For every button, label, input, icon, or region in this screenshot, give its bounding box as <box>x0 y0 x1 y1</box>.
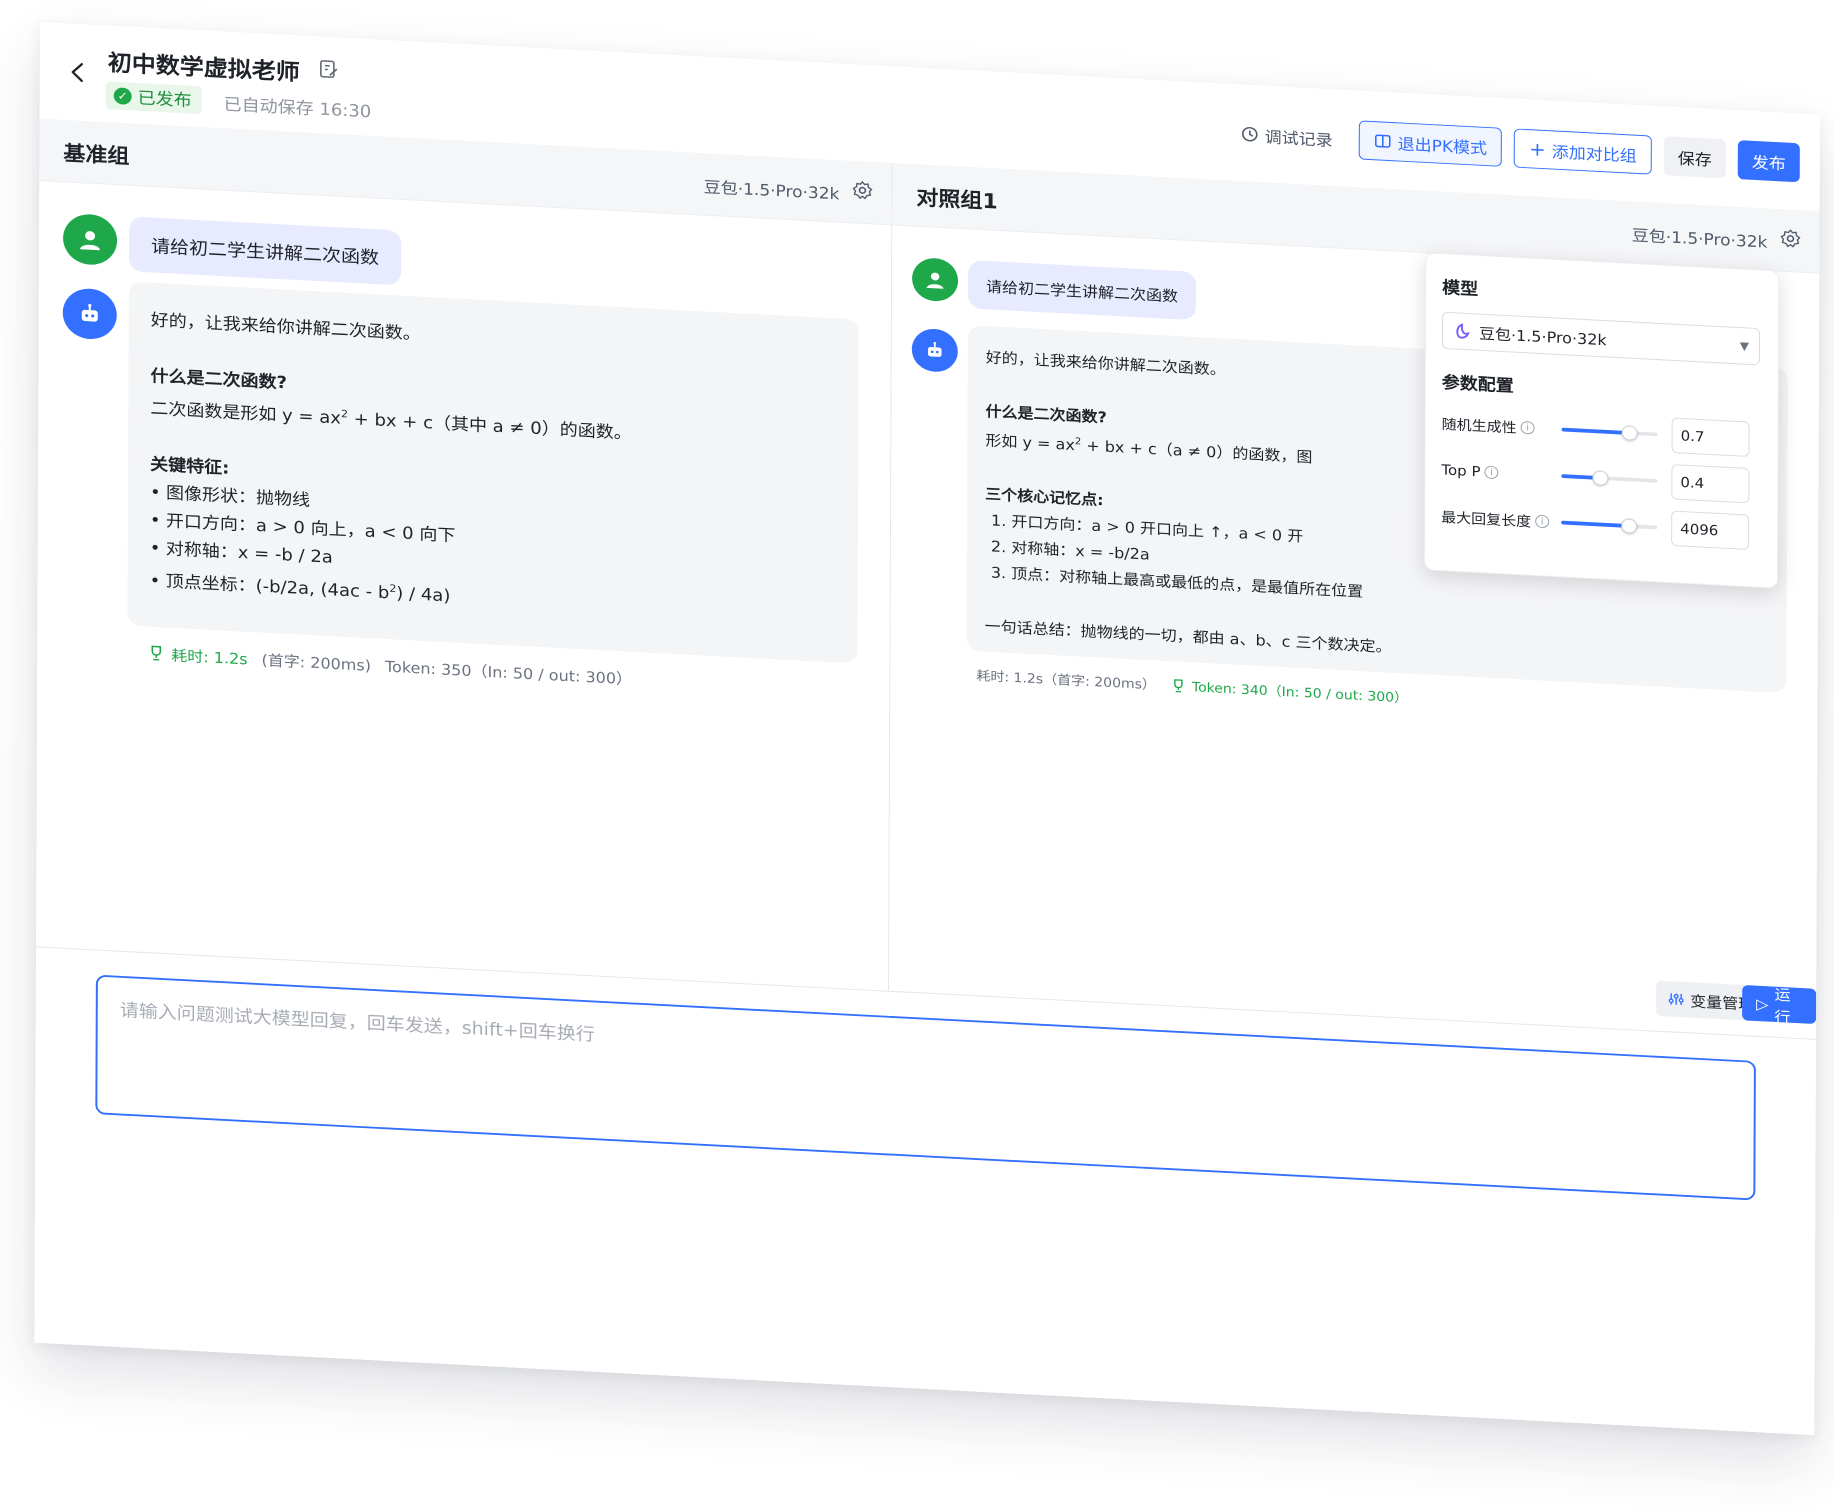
gear-icon[interactable] <box>851 180 873 202</box>
chevron-down-icon: ▼ <box>1739 339 1750 353</box>
exit-pk-label: 退出PK模式 <box>1397 134 1488 159</box>
slider-thumb[interactable] <box>1621 425 1638 441</box>
base-group-pane: 基准组 豆包·1.5·Pro·32k 请给初二学生讲解二次函数 好的，让我来给你… <box>36 118 893 991</box>
user-avatar <box>912 257 959 303</box>
check-circle-icon: ✓ <box>113 87 132 105</box>
param-row-max-length: 最大回复长度 i 4096 <box>1441 498 1759 552</box>
base-group-title: 基准组 <box>63 142 130 169</box>
add-group-label: 添加对比组 <box>1551 142 1637 166</box>
bot-message: 好的，让我来给你讲解二次函数。 什么是二次函数? 二次函数是形如 y = ax2… <box>127 281 859 664</box>
split-view-icon <box>1374 134 1391 148</box>
user-avatar <box>62 212 118 266</box>
trophy-icon <box>151 645 162 661</box>
latency-text: 耗时: 1.2s（首字: 200ms） <box>976 668 1156 694</box>
base-response-meta: 耗时: 1.2s (首字: 200ms) Token: 350（In: 50 /… <box>147 642 632 690</box>
back-icon[interactable] <box>64 59 92 86</box>
params-label: 参数配置 <box>1441 373 1514 397</box>
param-name: 随机生成性 <box>1441 415 1517 436</box>
autosave-text: 已自动保存 16:30 <box>223 94 372 123</box>
info-icon[interactable]: i <box>1484 465 1499 480</box>
base-group-model: 豆包·1.5·Pro·32k <box>703 178 840 205</box>
prompt-placeholder: 请输入问题测试大模型回复，回车发送，shift+回车换行 <box>119 1000 595 1046</box>
bot-avatar <box>911 327 958 373</box>
app-window: 初中数学虚拟老师 ✓ 已发布 已自动保存 16:30 调试记录 退出PK模式 +… <box>34 22 1821 1436</box>
user-message: 请给初二学生讲解二次函数 <box>128 216 402 286</box>
temperature-input[interactable]: 0.7 <box>1671 417 1750 457</box>
first-token-text: (首字: 200ms) <box>261 651 372 675</box>
token-usage-text: Token: 350（In: 50 / out: 300） <box>384 657 633 689</box>
compare-group-model: 豆包·1.5·Pro·32k <box>1631 226 1768 253</box>
robot-icon <box>81 304 98 322</box>
publish-button[interactable]: 发布 <box>1737 140 1800 183</box>
info-icon[interactable]: i <box>1520 420 1535 435</box>
max-length-slider[interactable] <box>1561 518 1658 534</box>
doubao-logo-icon <box>1456 323 1470 339</box>
temperature-slider[interactable] <box>1561 425 1658 441</box>
robot-icon <box>928 342 942 357</box>
history-icon <box>1241 126 1258 142</box>
app-title: 初中数学虚拟老师 <box>107 49 300 86</box>
add-compare-group-button[interactable]: + 添加对比组 <box>1513 128 1652 175</box>
param-row-temperature: 随机生成性 i 0.7 <box>1442 405 1760 459</box>
compare-response-meta: 耗时: 1.2s（首字: 200ms） Token: 340（In: 50 / … <box>976 666 1408 707</box>
token-usage-text: Token: 340（In: 50 / out: 300） <box>1191 680 1409 707</box>
latency-text: 耗时: 1.2s <box>171 646 248 669</box>
model-select-value: 豆包·1.5·Pro·32k <box>1478 324 1607 350</box>
param-name: 最大回复长度 <box>1441 508 1532 530</box>
sliders-icon <box>1668 993 1684 1006</box>
max-length-input[interactable]: 4096 <box>1671 510 1750 550</box>
run-button[interactable]: ▷ 运行 <box>1742 984 1817 1026</box>
winner-indicator: Token: 340（In: 50 / out: 300） <box>1170 676 1408 707</box>
winner-indicator: 耗时: 1.2s <box>147 642 248 670</box>
slider-thumb[interactable] <box>1592 470 1609 486</box>
plus-icon: + <box>1528 137 1546 161</box>
user-message: 请给初二学生讲解二次函数 <box>967 260 1197 321</box>
header-actions: 调试记录 退出PK模式 + 添加对比组 保存 发布 <box>1227 113 1800 183</box>
debug-log-button[interactable]: 调试记录 <box>1227 113 1347 158</box>
model-label: 模型 <box>1442 278 1479 300</box>
info-icon[interactable]: i <box>1535 514 1550 529</box>
user-icon <box>80 231 101 251</box>
model-select[interactable]: 豆包·1.5·Pro·32k ▼ <box>1441 311 1761 366</box>
param-row-top-p: Top Pi 0.4 <box>1441 451 1759 505</box>
exit-pk-button[interactable]: 退出PK模式 <box>1358 120 1503 167</box>
top-p-input[interactable]: 0.4 <box>1671 464 1750 504</box>
compare-group-title: 对照组1 <box>916 186 998 215</box>
param-name: Top P <box>1441 461 1481 481</box>
run-label: 运行 <box>1774 985 1791 1027</box>
edit-icon[interactable] <box>318 59 340 81</box>
play-icon: ▷ <box>1756 994 1769 1013</box>
debug-log-label: 调试记录 <box>1264 128 1333 151</box>
bot-avatar <box>62 287 117 341</box>
trophy-icon <box>1173 679 1183 693</box>
slider-thumb[interactable] <box>1621 518 1638 534</box>
model-settings-popover: 模型 豆包·1.5·Pro·32k ▼ 参数配置 随机生成性 i 0.7 Top … <box>1423 252 1780 589</box>
user-icon <box>926 272 944 289</box>
save-button[interactable]: 保存 <box>1663 136 1726 179</box>
status-text: 已发布 <box>137 88 192 111</box>
gear-icon[interactable] <box>1779 228 1801 250</box>
status-badge: ✓ 已发布 <box>105 81 202 115</box>
top-p-slider[interactable] <box>1561 470 1658 486</box>
